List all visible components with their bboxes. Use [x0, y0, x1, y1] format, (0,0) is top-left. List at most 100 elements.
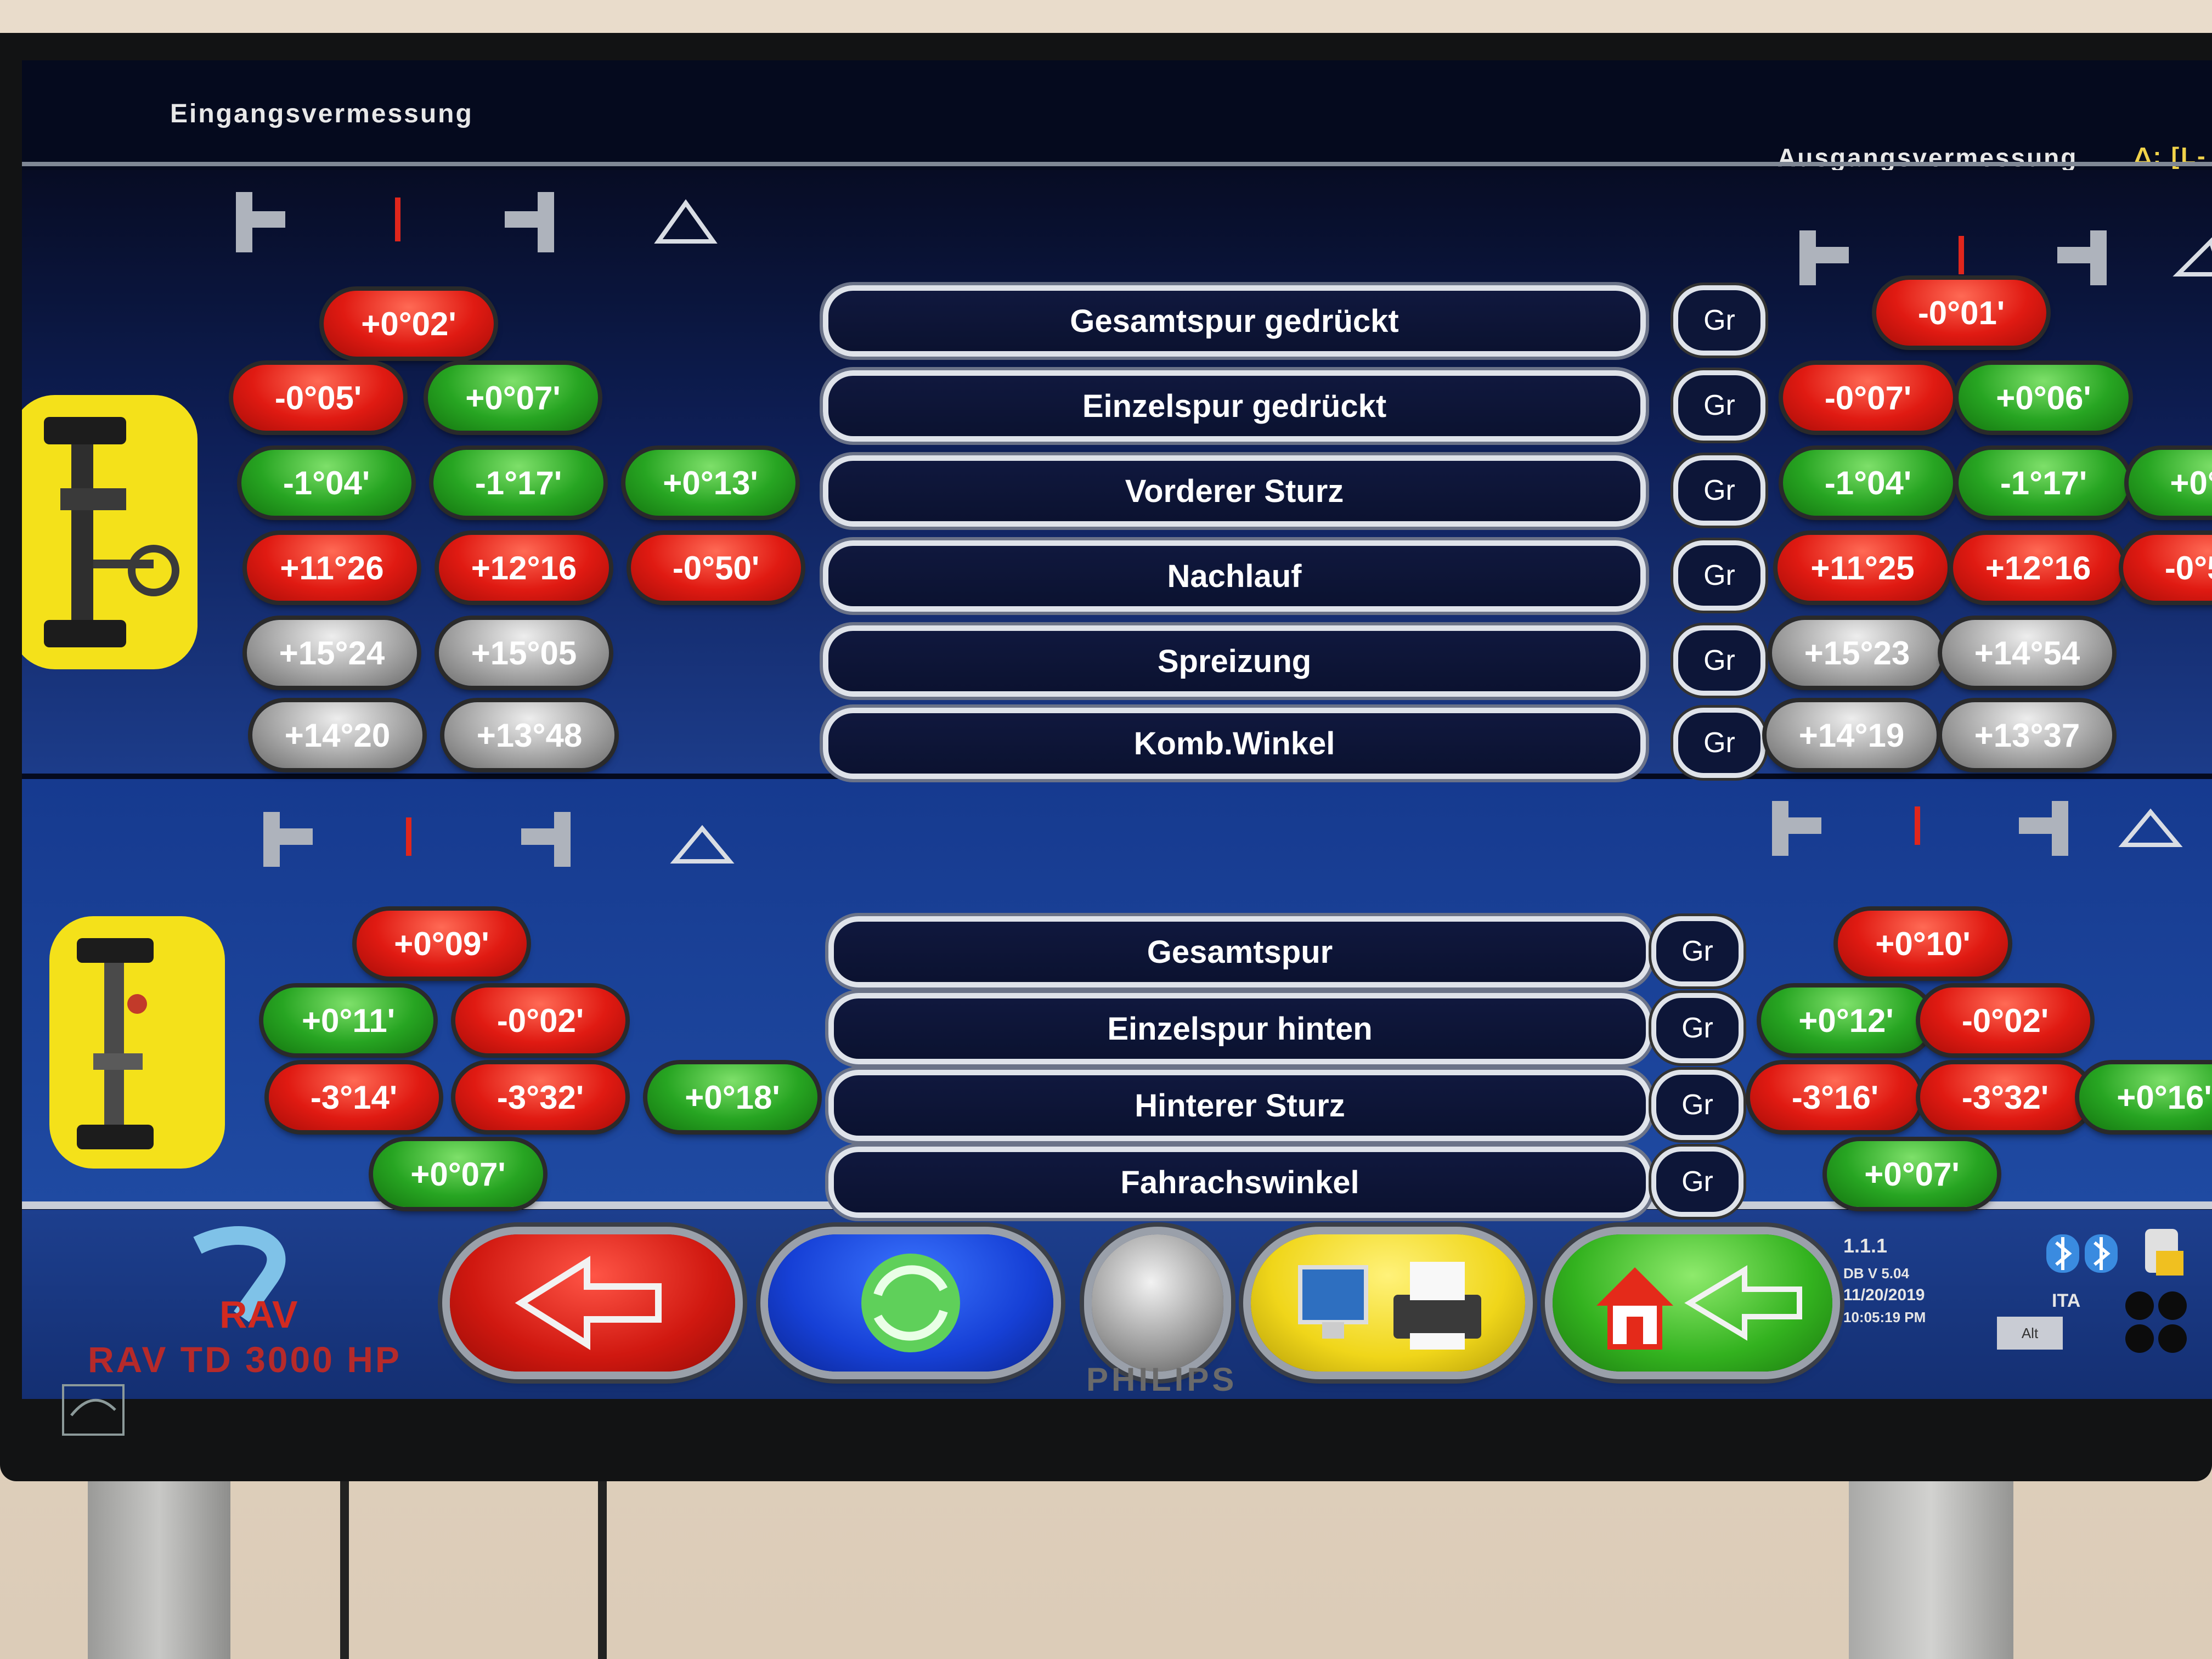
front-axle-card — [22, 395, 198, 669]
front-unit-button[interactable]: Gr — [1673, 370, 1765, 441]
rear-left-value: -3°14' — [269, 1064, 439, 1130]
wheel-right-icon — [505, 192, 554, 252]
front-right-value: +12°16 — [1953, 535, 2123, 601]
left-header: Eingangsvermessung — [170, 99, 473, 128]
front-unit-button[interactable]: Gr — [1673, 625, 1765, 696]
center-marker-icon — [395, 198, 400, 241]
back-button[interactable] — [450, 1234, 735, 1372]
rear-unit-button[interactable]: Gr — [1651, 916, 1743, 986]
cable — [598, 1470, 607, 1659]
rear-left-value: -0°02' — [455, 988, 625, 1053]
product-name: RAV TD 3000 HP — [88, 1339, 402, 1380]
refresh-button[interactable] — [768, 1234, 1053, 1372]
front-row-label: Vorderer Sturz — [823, 455, 1646, 527]
screen: Eingangsvermessung Ausgangsvermessung Δ:… — [22, 60, 2212, 1399]
front-unit-button[interactable]: Gr — [1673, 708, 1765, 778]
monitor-brand: PHILIPS — [1086, 1361, 1238, 1398]
front-row-label: Komb.Winkel — [823, 708, 1646, 779]
wheel-right-icon — [521, 812, 571, 867]
front-left-value: +0°02' — [324, 291, 494, 357]
front-left-value: -0°05' — [233, 365, 403, 431]
rear-unit-button[interactable]: Gr — [1651, 1070, 1743, 1140]
version-label: 1.1.1 — [1843, 1234, 1888, 1257]
wheel-left-icon — [1772, 801, 1821, 856]
center-marker-icon — [1959, 236, 1964, 274]
refresh-icon — [861, 1254, 960, 1352]
rear-unit-button[interactable]: Gr — [1651, 1147, 1743, 1217]
front-row-label: Einzelspur gedrückt — [823, 370, 1646, 442]
triangle-icon — [2172, 237, 2212, 276]
wheels-icon — [2125, 1291, 2187, 1353]
triangle-icon — [2118, 808, 2183, 847]
triangle-icon — [654, 199, 718, 244]
front-axle-indicator-icons — [236, 192, 718, 252]
computer-printer-icon — [1298, 1262, 1481, 1350]
arrow-left-icon — [515, 1256, 662, 1350]
rear-left-value: +0°18' — [647, 1064, 817, 1130]
front-right-value: -1°17' — [1959, 450, 2129, 516]
energy-star-icon — [62, 1384, 125, 1436]
front-right-value: +15°23 — [1772, 620, 1942, 686]
front-right-value: +14°54 — [1942, 620, 2112, 686]
front-right-value: -1°04' — [1783, 450, 1953, 516]
center-marker-icon — [1915, 806, 1920, 845]
rear-row-label: Hinterer Sturz — [828, 1070, 1651, 1141]
home-button[interactable] — [1553, 1234, 1832, 1372]
rear-right-value: -3°16' — [1750, 1064, 1920, 1130]
front-left-value: +0°13' — [625, 450, 795, 516]
front-row-label: Nachlauf — [823, 540, 1646, 612]
database-icon — [2145, 1229, 2183, 1276]
rear-row-label: Einzelspur hinten — [828, 993, 1651, 1064]
front-left-value: +14°20 — [252, 702, 422, 768]
front-right-value: -0°07' — [1783, 365, 1953, 431]
rear-axle-chassis-icon — [77, 938, 154, 1149]
time-label: 10:05:19 PM — [1843, 1309, 1926, 1325]
print-button[interactable] — [1251, 1234, 1525, 1372]
rear-right-value: +0°10' — [1838, 911, 2008, 977]
neutral-button[interactable] — [1092, 1234, 1223, 1372]
rear-right-value: +0°07' — [1827, 1141, 1997, 1207]
front-unit-button[interactable]: Gr — [1673, 285, 1765, 356]
date-label: 11/20/2019 — [1843, 1286, 1925, 1304]
front-unit-button[interactable]: Gr — [1673, 455, 1765, 526]
keyboard-indicator[interactable]: Alt — [1997, 1317, 2063, 1350]
front-unit-button[interactable]: Gr — [1673, 540, 1765, 611]
rear-unit-button[interactable]: Gr — [1651, 993, 1743, 1063]
front-left-value: +15°24 — [247, 620, 417, 686]
center-marker-icon — [406, 817, 411, 856]
front-axle-chassis-icon — [44, 417, 179, 647]
front-right-value: +11°25 — [1778, 535, 1948, 601]
triangle-icon — [670, 825, 735, 864]
wheel-right-icon — [2057, 230, 2107, 285]
cable — [340, 1470, 349, 1659]
home-arrow-icon — [1596, 1265, 1802, 1350]
svg-text:RAV: RAV — [219, 1293, 298, 1336]
front-left-value: -0°50' — [631, 535, 801, 601]
front-right-value: +0°13 — [2129, 450, 2212, 516]
rear-right-value: +0°16' — [2079, 1064, 2212, 1130]
front-row-label: Gesamtspur gedrückt — [823, 285, 1646, 357]
front-left-value: +12°16 — [439, 535, 609, 601]
rear-axle-indicator-icons-right — [1772, 801, 2183, 856]
rear-right-value: -0°02' — [1920, 988, 2090, 1053]
front-left-value: -1°17' — [433, 450, 603, 516]
rear-left-value: +0°11' — [263, 988, 433, 1053]
rear-left-value: +0°07' — [373, 1141, 543, 1207]
wheel-left-icon — [1799, 230, 1849, 285]
front-left-value: +15°05 — [439, 620, 609, 686]
front-right-value: -0°01' — [1876, 280, 2046, 346]
right-header: Ausgangsvermessung — [1778, 143, 2078, 172]
front-right-value: +14°19 — [1767, 702, 1937, 768]
rear-left-value: -3°32' — [455, 1064, 625, 1130]
db-version-label: DB V 5.04 — [1843, 1265, 1909, 1282]
language-label: ITA — [2052, 1290, 2081, 1311]
rear-right-value: +0°12' — [1761, 988, 1931, 1053]
header-divider — [22, 162, 2212, 166]
wheel-left-icon — [263, 812, 313, 867]
rear-row-label: Gesamtspur — [828, 916, 1651, 988]
monitor-stand-left — [88, 1470, 230, 1659]
wheel-right-icon — [2019, 801, 2068, 856]
front-right-value: +13°37 — [1942, 702, 2112, 768]
rav-logo: RAV — [193, 1226, 298, 1336]
rear-axle-card — [49, 916, 225, 1169]
